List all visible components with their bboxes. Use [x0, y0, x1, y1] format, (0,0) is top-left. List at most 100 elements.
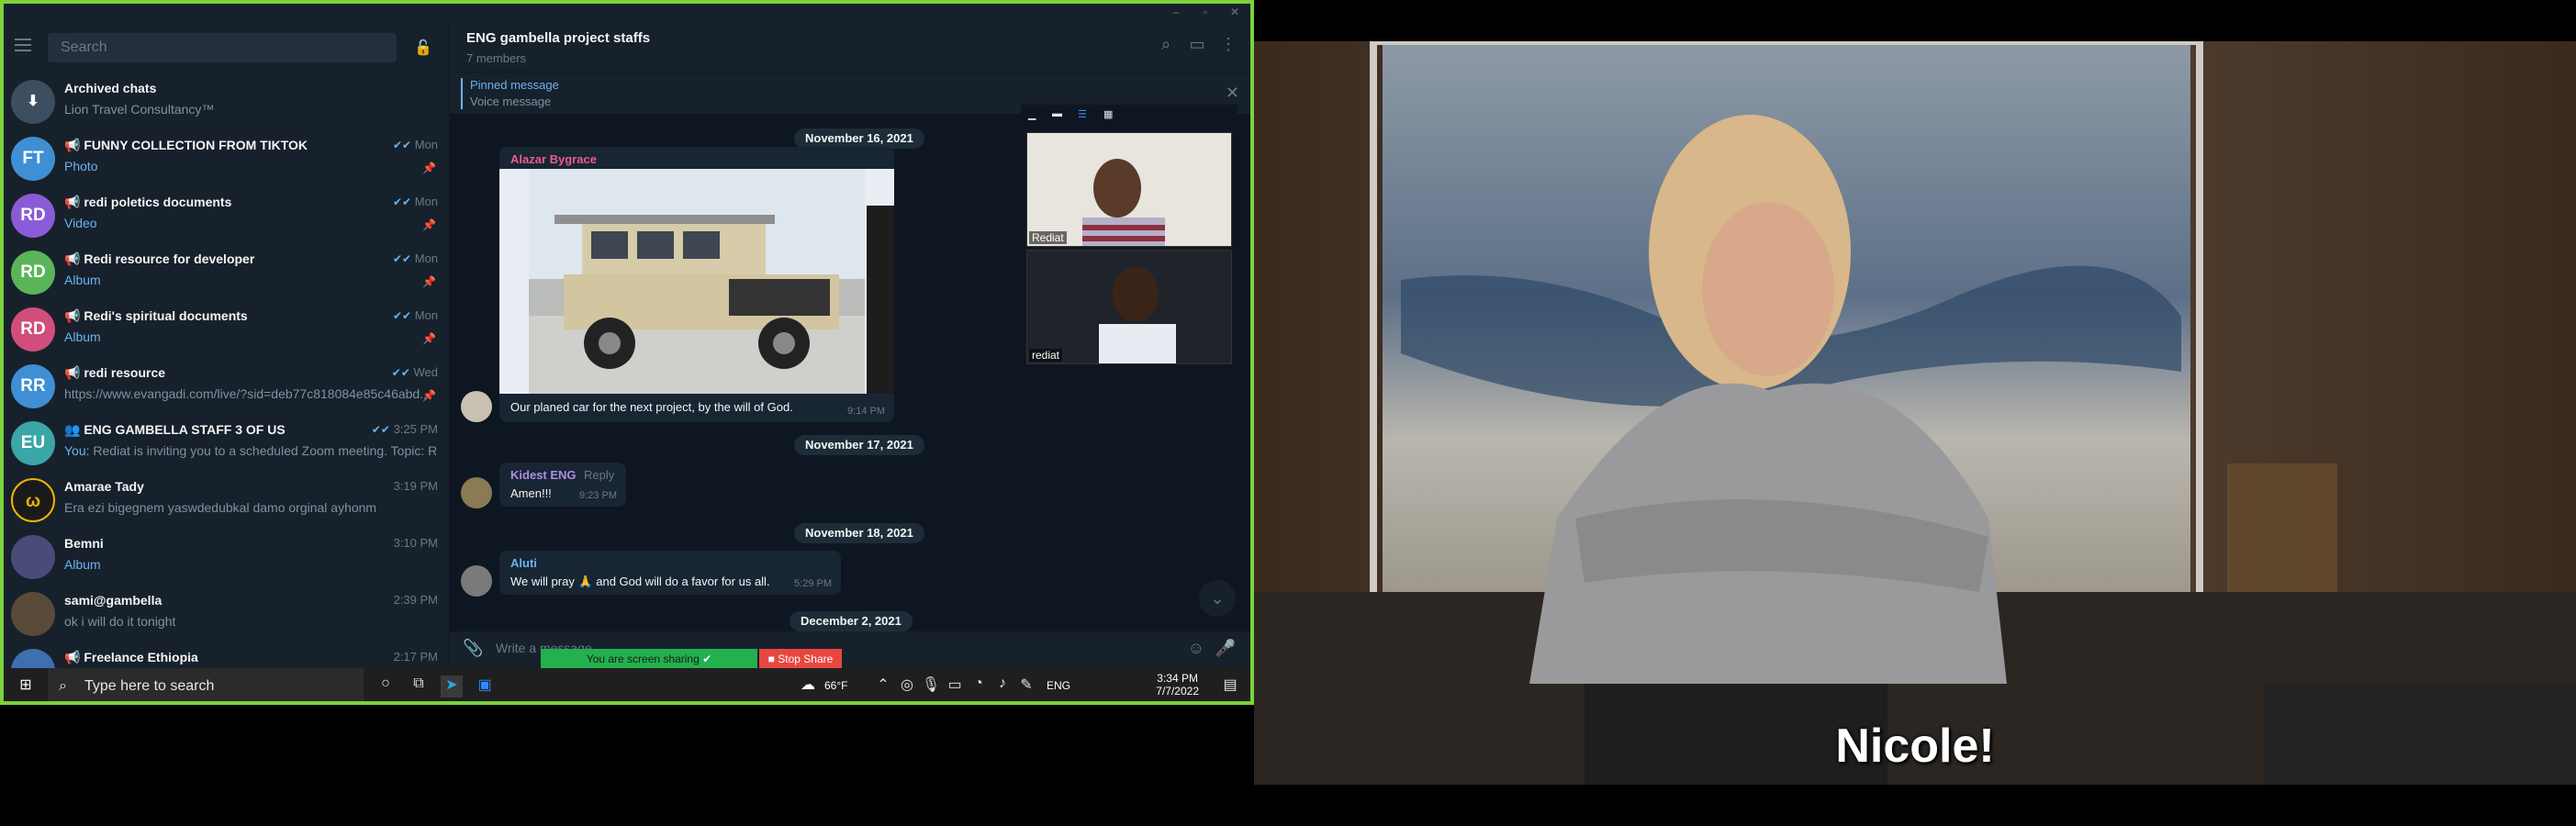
- participant-video[interactable]: rediat: [1026, 250, 1232, 364]
- megaphone-icon: 📢: [64, 308, 84, 323]
- weather-icon[interactable]: ☁: [797, 675, 819, 698]
- telegram-icon[interactable]: ➤: [441, 675, 463, 698]
- speaker-view-icon[interactable]: ▬: [1052, 108, 1065, 119]
- gallery-view-icon[interactable]: ▦: [1103, 108, 1116, 120]
- chat-time: ✔✔ Wed: [391, 365, 438, 379]
- double-check-icon: ✔✔: [391, 366, 410, 379]
- zoom-icon[interactable]: ▣: [474, 675, 496, 698]
- megaphone-icon: 📢: [64, 138, 84, 152]
- task-view-icon[interactable]: ⧉: [408, 675, 430, 698]
- car-photo[interactable]: [499, 169, 894, 394]
- chat-item[interactable]: sami@gambella ok i will do it tonight 2:…: [4, 586, 449, 642]
- chat-item[interactable]: RD 📢 redi poletics documents Video ✔✔ Mo…: [4, 187, 449, 244]
- chat-item[interactable]: RD 📢 Redi resource for developer Album ✔…: [4, 244, 449, 301]
- windows-start-icon[interactable]: ⊞: [15, 675, 37, 698]
- search-icon[interactable]: ⌕: [1155, 35, 1177, 57]
- sharing-status[interactable]: You are screen sharing ✔: [541, 649, 757, 669]
- stop-share-button[interactable]: ■ Stop Share: [759, 649, 842, 669]
- message-bubble[interactable]: Alazar Bygrace Our planed car for the ne…: [499, 147, 894, 422]
- chat-item[interactable]: RR 📢 redi resource https://www.evangadi.…: [4, 358, 449, 415]
- megaphone-icon: 📢: [64, 365, 84, 380]
- chat-item[interactable]: ω Amarae Tady Era ezi bigegnem yaswdedub…: [4, 472, 449, 529]
- battery-icon[interactable]: ▭: [944, 675, 966, 698]
- language-indicator[interactable]: ENG: [1047, 679, 1070, 692]
- message-text: Amen!!!: [510, 486, 552, 500]
- close-icon[interactable]: ✕: [1228, 6, 1241, 18]
- avatar[interactable]: [461, 391, 492, 422]
- cortana-icon[interactable]: ○: [375, 675, 397, 698]
- wifi-icon[interactable]: ◔: [968, 675, 990, 698]
- emoji-icon[interactable]: ☺: [1188, 639, 1204, 658]
- avatar: [11, 592, 55, 636]
- clock-date: 7/7/2022: [1156, 685, 1199, 698]
- message-bubble[interactable]: Kidest ENG Reply Amen!!! 9:23 PM: [499, 463, 626, 507]
- message-sender[interactable]: Kidest ENG: [510, 468, 577, 482]
- avatar: ω: [11, 478, 55, 522]
- chat-item[interactable]: RD 📢 Redi's spiritual documents Album ✔✔…: [4, 301, 449, 358]
- pen-icon[interactable]: ✎: [1015, 675, 1037, 698]
- more-options-icon[interactable]: ⋮: [1217, 35, 1239, 57]
- chat-name: Bemni: [64, 536, 104, 551]
- lock-icon[interactable]: 🔓: [414, 39, 432, 57]
- chat-item[interactable]: EU 👥 ENG GAMBELLA STAFF 3 OF US You: Red…: [4, 415, 449, 472]
- minimize-icon[interactable]: ▁: [1028, 108, 1041, 120]
- volume-icon[interactable]: ♪: [991, 675, 1014, 698]
- stop-icon: ■: [767, 653, 778, 665]
- avatar: RD: [11, 251, 55, 295]
- avatar: [11, 535, 55, 579]
- hamburger-menu-icon[interactable]: [15, 39, 31, 51]
- message-text: Our planed car for the next project, by …: [510, 400, 793, 414]
- chat-item[interactable]: Bemni Album 3:10 PM: [4, 529, 449, 586]
- close-icon[interactable]: ✕: [1226, 84, 1239, 103]
- date-separator: November 18, 2021: [794, 523, 924, 543]
- chat-time: ✔✔ 3:25 PM: [371, 422, 438, 436]
- thumbnail-view-icon[interactable]: ☰: [1078, 108, 1091, 120]
- group-icon: 👥: [64, 422, 84, 437]
- archived-chats-item[interactable]: ⬇ Archived chats Lion Travel Consultancy…: [4, 73, 449, 130]
- participant-name: rediat: [1029, 349, 1063, 362]
- pin-icon: 📌: [422, 389, 436, 402]
- scroll-down-button[interactable]: ⌄: [1199, 580, 1236, 617]
- clock[interactable]: 3:34 PM 7/7/2022: [1156, 672, 1199, 698]
- meet-now-icon[interactable]: ◎: [896, 675, 918, 698]
- reply-button[interactable]: Reply: [584, 468, 614, 482]
- pinned-text: Voice message: [470, 95, 552, 108]
- date-separator: November 17, 2021: [794, 435, 924, 455]
- notification-icon[interactable]: ▤: [1219, 675, 1241, 698]
- avatar: RD: [11, 194, 55, 238]
- avatar: RR: [11, 364, 55, 408]
- avatar[interactable]: [461, 477, 492, 508]
- shared-desktop-screen: – ▫ ✕ Search 🔓 ⬇ Archived chats Lion Tra…: [0, 0, 1254, 705]
- chat-title[interactable]: ENG gambella project staffs: [466, 30, 650, 46]
- megaphone-icon: 📢: [64, 195, 84, 209]
- avatar[interactable]: [461, 565, 492, 597]
- chat-preview: Video: [64, 216, 97, 230]
- sidebar-toggle-icon[interactable]: ▭: [1186, 35, 1208, 57]
- search-icon: ⌕: [59, 678, 67, 694]
- message-sender[interactable]: Alazar Bygrace: [510, 152, 597, 166]
- window-titlebar: – ▫ ✕: [4, 4, 1250, 22]
- microphone-icon[interactable]: 🎙: [920, 675, 942, 698]
- chat-name: 📢 redi resource: [64, 365, 166, 380]
- chat-name: sami@gambella: [64, 593, 162, 608]
- participant-video[interactable]: Rediat: [1026, 132, 1232, 247]
- weather-temp[interactable]: 66°F: [824, 679, 847, 692]
- message-bubble[interactable]: Aluti We will pray 🙏 and God will do a f…: [499, 551, 841, 595]
- minimize-icon[interactable]: –: [1170, 6, 1182, 18]
- microphone-icon[interactable]: 🎤: [1215, 639, 1236, 658]
- video-player-frame: Nicole!: [1254, 41, 2576, 785]
- message-sender[interactable]: Aluti: [510, 556, 537, 570]
- chat-time: 3:10 PM: [393, 536, 438, 550]
- chevron-up-icon[interactable]: ⌃: [872, 675, 894, 698]
- chat-name: Archived chats: [64, 81, 157, 95]
- chat-item[interactable]: FT 📢 FUNNY COLLECTION FROM TIKTOK Photo …: [4, 130, 449, 187]
- chat-name: 👥 ENG GAMBELLA STAFF 3 OF US: [64, 422, 286, 437]
- chat-time: 3:19 PM: [393, 479, 438, 493]
- search-input[interactable]: Search: [48, 33, 397, 62]
- date-separator: December 2, 2021: [790, 611, 913, 631]
- chat-header: ENG gambella project staffs 7 members ⌕ …: [449, 22, 1250, 72]
- taskbar-search-input[interactable]: ⌕ Type here to search: [48, 668, 364, 701]
- maximize-icon[interactable]: ▫: [1199, 6, 1212, 18]
- screen-share-bar: You are screen sharing ✔ ■ Stop Share: [541, 649, 842, 669]
- attach-icon[interactable]: 📎: [463, 639, 483, 658]
